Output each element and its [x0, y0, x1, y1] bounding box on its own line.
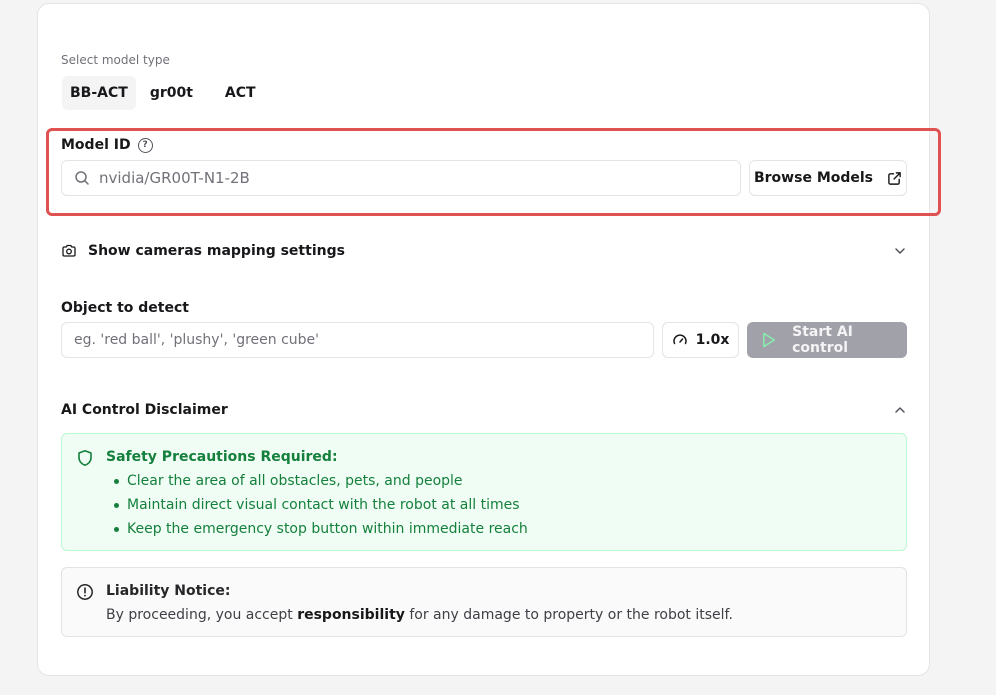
tab-gr00t[interactable]: gr00t — [142, 76, 201, 110]
disclaimer-toggle[interactable]: AI Control Disclaimer — [61, 399, 907, 421]
camera-icon — [62, 244, 76, 257]
list-item: Clear the area of all obstacles, pets, a… — [106, 472, 528, 496]
chevron-up-icon — [895, 407, 905, 413]
safety-list: Clear the area of all obstacles, pets, a… — [106, 472, 528, 544]
tab-act[interactable]: ACT — [217, 76, 264, 110]
speed-value: 1.0x — [695, 332, 730, 348]
liability-title: Liability Notice: — [106, 583, 231, 599]
model-settings-card: Select model type BB-ACT gr00t ACT Model… — [37, 3, 930, 676]
cameras-mapping-toggle[interactable]: Show cameras mapping settings — [61, 240, 907, 262]
list-item: Keep the emergency stop button within im… — [106, 520, 528, 544]
list-item: Maintain direct visual contact with the … — [106, 496, 528, 520]
liability-text: By proceeding, you accept responsibility… — [106, 607, 733, 623]
alert-circle-icon — [77, 584, 93, 600]
tab-bb-act[interactable]: BB-ACT — [62, 76, 136, 110]
start-ai-control-label: Start AI control — [792, 324, 853, 356]
model-type-tabs: BB-ACT gr00t ACT — [62, 76, 264, 110]
cameras-mapping-label: Show cameras mapping settings — [88, 243, 345, 259]
shield-icon — [78, 450, 92, 466]
chevron-down-icon — [895, 248, 905, 254]
safety-precautions-box: Safety Precautions Required: Clear the a… — [61, 433, 907, 551]
play-icon — [763, 332, 775, 348]
liability-notice-box: Liability Notice: By proceeding, you acc… — [61, 567, 907, 637]
model-id-highlight — [46, 128, 941, 216]
gauge-icon — [672, 334, 687, 345]
safety-title: Safety Precautions Required: — [106, 449, 338, 465]
disclaimer-title: AI Control Disclaimer — [61, 402, 228, 418]
model-type-label: Select model type — [61, 53, 170, 67]
object-detect-input[interactable]: eg. 'red ball', 'plushy', 'green cube' — [61, 322, 654, 358]
start-ai-control-button[interactable]: Start AI control — [747, 322, 907, 358]
speed-button[interactable]: 1.0x — [662, 322, 739, 358]
object-detect-label: Object to detect — [61, 300, 189, 316]
